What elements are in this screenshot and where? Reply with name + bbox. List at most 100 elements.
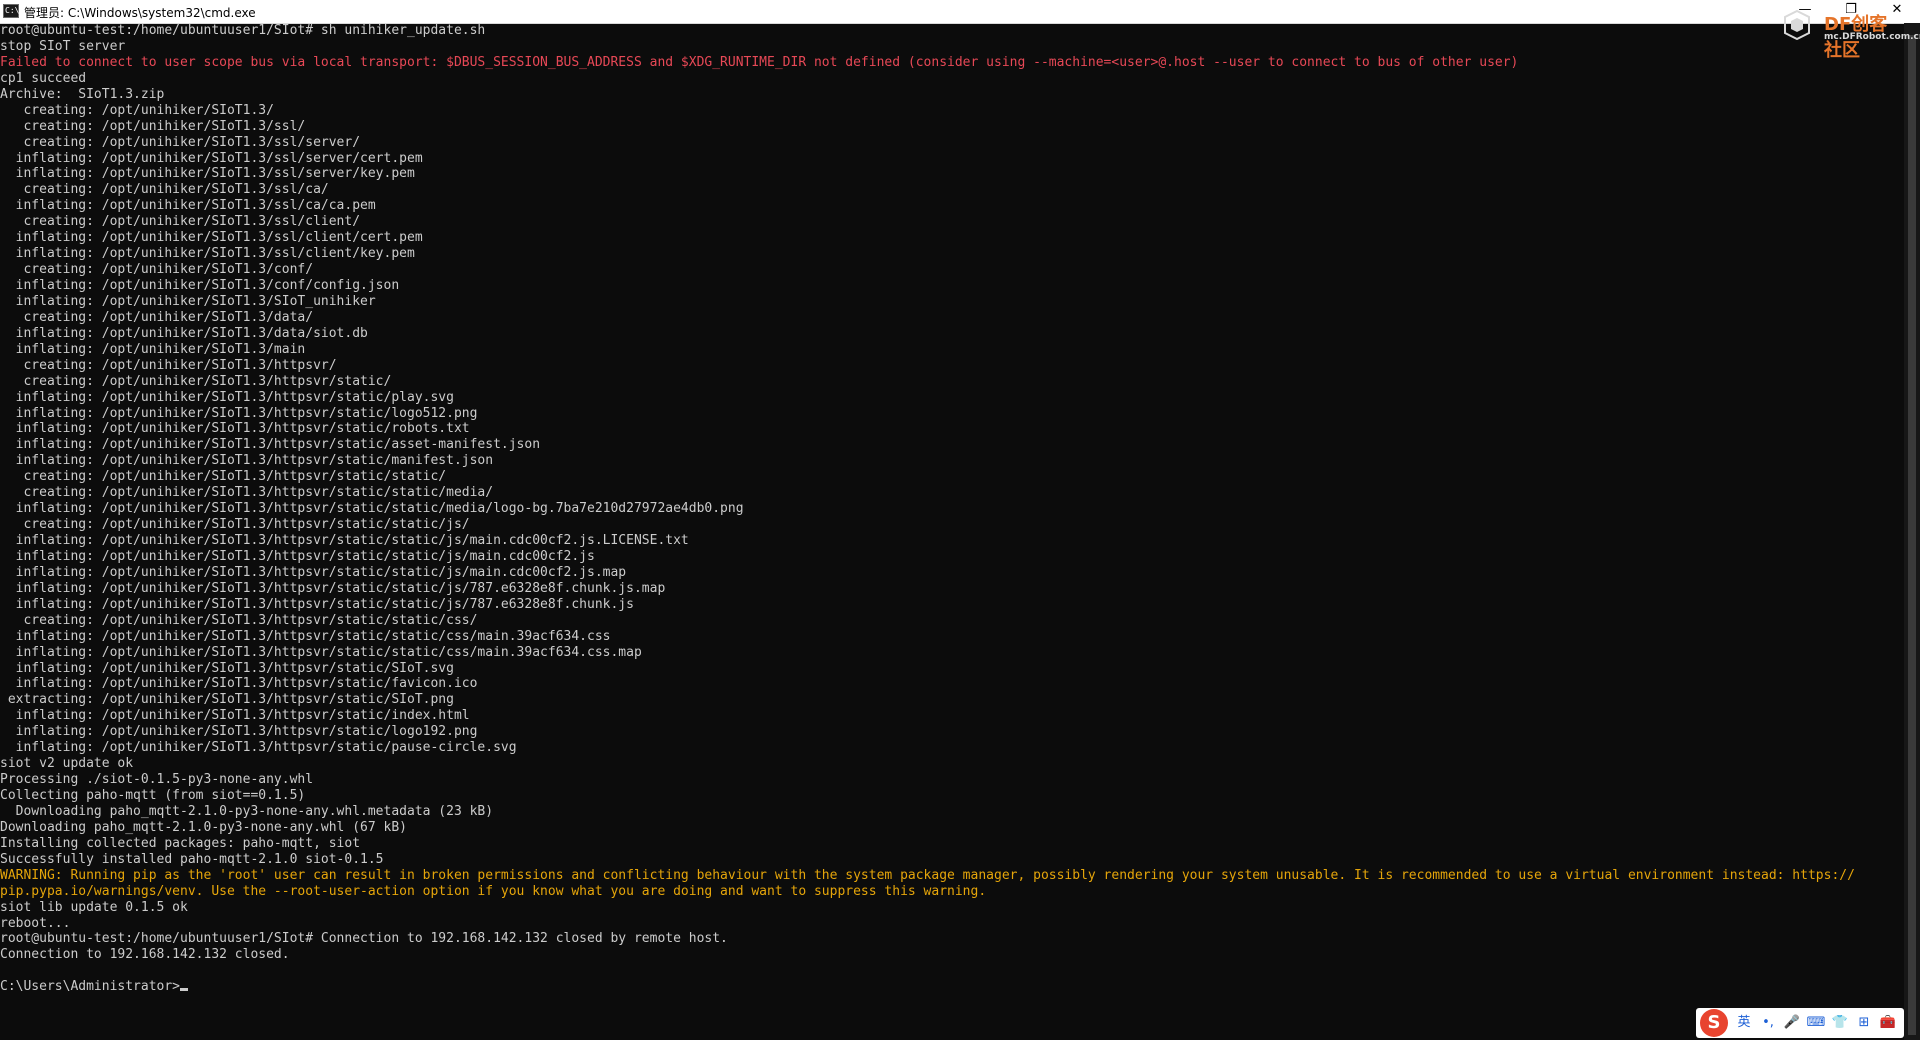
terminal-line-text: inflating: /opt/unihiker/SIoT1.3/httpsvr…	[0, 676, 478, 692]
terminal-line: Installing collected packages: paho-mqtt…	[0, 836, 1904, 852]
terminal-line-text: Successfully installed paho-mqtt-2.1.0 s…	[0, 851, 384, 867]
terminal-line-text: Processing ./siot-0.1.5-py3-none-any.whl	[0, 772, 314, 788]
terminal-line: inflating: /opt/unihiker/SIoT1.3/ssl/ca/…	[0, 198, 1904, 214]
terminal-line: Connection to 192.168.142.132 closed.	[0, 947, 1904, 963]
terminal-line: inflating: /opt/unihiker/SIoT1.3/httpsvr…	[0, 661, 1904, 677]
terminal-line-text: Installing collected packages: paho-mqtt…	[0, 835, 361, 851]
terminal-line: Collecting paho-mqtt (from siot==0.1.5)	[0, 788, 1904, 804]
terminal-line: Archive: SIoT1.3.zip	[0, 87, 1904, 103]
terminal-line-text: inflating: /opt/unihiker/SIoT1.3/httpsvr…	[0, 421, 470, 437]
terminal-line-text: inflating: /opt/unihiker/SIoT1.3/httpsvr…	[0, 548, 595, 564]
terminal-line-text: cp1 succeed	[0, 70, 87, 86]
terminal-line: inflating: /opt/unihiker/SIoT1.3/httpsvr…	[0, 740, 1904, 756]
terminal-line: creating: /opt/unihiker/SIoT1.3/ssl/	[0, 119, 1904, 135]
scrollbar-thumb[interactable]	[1908, 35, 1916, 1035]
terminal-line: creating: /opt/unihiker/SIoT1.3/httpsvr/…	[0, 469, 1904, 485]
ime-skin-icon[interactable]: 👕	[1828, 1011, 1852, 1035]
terminal-line: pip.pypa.io/warnings/venv. Use the --roo…	[0, 884, 1904, 900]
watermark: DF创客社区 mc.DFRobot.com.cn	[1784, 10, 1920, 61]
terminal-line: inflating: /opt/unihiker/SIoT1.3/SIoT_un…	[0, 294, 1904, 310]
terminal-line: inflating: /opt/unihiker/SIoT1.3/ssl/cli…	[0, 246, 1904, 262]
terminal-line-text: inflating: /opt/unihiker/SIoT1.3/httpsvr…	[0, 708, 470, 724]
terminal-line-text: inflating: /opt/unihiker/SIoT1.3/ssl/cli…	[0, 230, 423, 246]
dfrobot-logo-icon	[1784, 10, 1810, 40]
terminal-line: siot v2 update ok	[0, 756, 1904, 772]
terminal-line-text: inflating: /opt/unihiker/SIoT1.3/httpsvr…	[0, 660, 454, 676]
terminal-line: inflating: /opt/unihiker/SIoT1.3/httpsvr…	[0, 533, 1904, 549]
terminal-line-text: creating: /opt/unihiker/SIoT1.3/ssl/	[0, 118, 306, 134]
terminal-line: creating: /opt/unihiker/SIoT1.3/ssl/clie…	[0, 214, 1904, 230]
terminal-line: Successfully installed paho-mqtt-2.1.0 s…	[0, 852, 1904, 868]
terminal-output[interactable]: root@ubuntu-test:/home/ubuntuuser1/SIot#…	[0, 23, 1904, 1040]
watermark-site: mc.DFRobot.com.cn	[1824, 32, 1920, 42]
terminal-line: creating: /opt/unihiker/SIoT1.3/ssl/serv…	[0, 135, 1904, 151]
terminal-line: inflating: /opt/unihiker/SIoT1.3/ssl/cli…	[0, 230, 1904, 246]
terminal-line-text: inflating: /opt/unihiker/SIoT1.3/main	[0, 341, 306, 357]
terminal-line-text: Archive: SIoT1.3.zip	[0, 86, 165, 102]
terminal-line: inflating: /opt/unihiker/SIoT1.3/ssl/ser…	[0, 151, 1904, 167]
terminal-line-text: inflating: /opt/unihiker/SIoT1.3/httpsvr…	[0, 405, 478, 421]
terminal-line: Failed to connect to user scope bus via …	[0, 55, 1904, 71]
terminal-line-text: root@ubuntu-test:/home/ubuntuuser1/SIot#…	[0, 23, 486, 38]
terminal-line: inflating: /opt/unihiker/SIoT1.3/httpsvr…	[0, 676, 1904, 692]
ime-toolbox-icon[interactable]: 🧰	[1876, 1011, 1900, 1035]
sogou-logo-icon[interactable]: S	[1700, 1009, 1728, 1037]
terminal-line-text: creating: /opt/unihiker/SIoT1.3/ssl/clie…	[0, 214, 361, 230]
terminal-line-text: inflating: /opt/unihiker/SIoT1.3/data/si…	[0, 325, 368, 341]
terminal-line: inflating: /opt/unihiker/SIoT1.3/httpsvr…	[0, 708, 1904, 724]
terminal-line-text: creating: /opt/unihiker/SIoT1.3/	[0, 102, 274, 118]
terminal-line-text: creating: /opt/unihiker/SIoT1.3/httpsvr/	[0, 357, 337, 373]
terminal-line-text: Downloading paho_mqtt-2.1.0-py3-none-any…	[0, 803, 494, 819]
terminal-line: creating: /opt/unihiker/SIoT1.3/httpsvr/…	[0, 517, 1904, 533]
terminal-line-text: inflating: /opt/unihiker/SIoT1.3/httpsvr…	[0, 724, 478, 740]
terminal-line-text: inflating: /opt/unihiker/SIoT1.3/httpsvr…	[0, 564, 627, 580]
terminal-line: WARNING: Running pip as the 'root' user …	[0, 868, 1904, 884]
terminal-line: inflating: /opt/unihiker/SIoT1.3/httpsvr…	[0, 724, 1904, 740]
terminal-line: inflating: /opt/unihiker/SIoT1.3/data/si…	[0, 326, 1904, 342]
terminal-line-text: extracting: /opt/unihiker/SIoT1.3/httpsv…	[0, 692, 454, 708]
vertical-scrollbar[interactable]	[1904, 23, 1920, 1040]
terminal-line-text: inflating: /opt/unihiker/SIoT1.3/httpsvr…	[0, 644, 642, 660]
text-cursor	[180, 988, 189, 992]
ime-punctuation-icon[interactable]: •,	[1756, 1011, 1780, 1035]
terminal-line: extracting: /opt/unihiker/SIoT1.3/httpsv…	[0, 692, 1904, 708]
terminal-line-text: inflating: /opt/unihiker/SIoT1.3/httpsvr…	[0, 437, 541, 453]
terminal-line: reboot...	[0, 916, 1904, 932]
ime-keyboard-icon[interactable]: ⌨	[1804, 1011, 1828, 1035]
terminal-line: inflating: /opt/unihiker/SIoT1.3/httpsvr…	[0, 406, 1904, 422]
terminal-line-text: creating: /opt/unihiker/SIoT1.3/conf/	[0, 262, 314, 278]
terminal-line: inflating: /opt/unihiker/SIoT1.3/httpsvr…	[0, 597, 1904, 613]
title-bar[interactable]: C:\ 管理员: C:\Windows\system32\cmd.exe — ❐…	[0, 0, 1920, 24]
terminal-line: inflating: /opt/unihiker/SIoT1.3/httpsvr…	[0, 581, 1904, 597]
terminal-line-text: inflating: /opt/unihiker/SIoT1.3/ssl/ca/…	[0, 198, 376, 214]
ime-mode-toggle[interactable]: 英	[1732, 1011, 1756, 1035]
terminal-line: inflating: /opt/unihiker/SIoT1.3/httpsvr…	[0, 549, 1904, 565]
terminal-line-text: pip.pypa.io/warnings/venv. Use the --roo…	[0, 883, 987, 899]
terminal-line-text: inflating: /opt/unihiker/SIoT1.3/httpsvr…	[0, 628, 611, 644]
terminal-line-text: root@ubuntu-test:/home/ubuntuuser1/SIot#…	[0, 931, 728, 947]
terminal-line: inflating: /opt/unihiker/SIoT1.3/ssl/ser…	[0, 166, 1904, 182]
ime-microphone-icon[interactable]: 🎤	[1780, 1011, 1804, 1035]
terminal-line: Downloading paho_mqtt-2.1.0-py3-none-any…	[0, 804, 1904, 820]
terminal-line-text: inflating: /opt/unihiker/SIoT1.3/httpsvr…	[0, 533, 689, 548]
terminal-line-text: inflating: /opt/unihiker/SIoT1.3/httpsvr…	[0, 596, 634, 612]
terminal-line: inflating: /opt/unihiker/SIoT1.3/httpsvr…	[0, 501, 1904, 517]
terminal-line: root@ubuntu-test:/home/ubuntuuser1/SIot#…	[0, 931, 1904, 947]
terminal-line-text: inflating: /opt/unihiker/SIoT1.3/httpsvr…	[0, 740, 517, 756]
terminal-line: inflating: /opt/unihiker/SIoT1.3/httpsvr…	[0, 421, 1904, 437]
terminal-line: root@ubuntu-test:/home/ubuntuuser1/SIot#…	[0, 23, 1904, 39]
terminal-line-text: creating: /opt/unihiker/SIoT1.3/httpsvr/…	[0, 373, 392, 389]
terminal-line: inflating: /opt/unihiker/SIoT1.3/httpsvr…	[0, 565, 1904, 581]
terminal-line: cp1 succeed	[0, 71, 1904, 87]
terminal-line-text: creating: /opt/unihiker/SIoT1.3/data/	[0, 309, 314, 325]
terminal-line: inflating: /opt/unihiker/SIoT1.3/httpsvr…	[0, 453, 1904, 469]
terminal-line-text: creating: /opt/unihiker/SIoT1.3/httpsvr/…	[0, 612, 478, 628]
ime-toolbar[interactable]: S 英 •, 🎤 ⌨ 👕 ⊞ 🧰	[1696, 1008, 1904, 1038]
terminal-line-text: inflating: /opt/unihiker/SIoT1.3/conf/co…	[0, 278, 400, 293]
terminal-line: creating: /opt/unihiker/SIoT1.3/	[0, 103, 1904, 119]
terminal-line: inflating: /opt/unihiker/SIoT1.3/httpsvr…	[0, 629, 1904, 645]
terminal-line-text: Failed to connect to user scope bus via …	[0, 54, 1519, 70]
command-prompt[interactable]: C:\Users\Administrator>	[0, 979, 1904, 995]
ime-grid-icon[interactable]: ⊞	[1852, 1011, 1876, 1035]
